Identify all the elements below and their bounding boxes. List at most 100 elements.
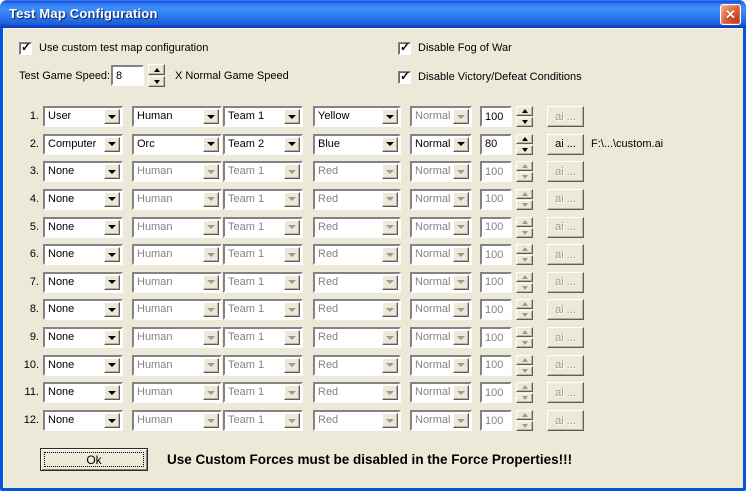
- dropdown-arrow-button[interactable]: [104, 164, 120, 179]
- dropdown-arrow-button: [284, 192, 300, 207]
- row-number: 4.: [11, 193, 39, 205]
- difficulty-select-value: Normal: [412, 163, 452, 180]
- dropdown-arrow-button[interactable]: [104, 302, 120, 317]
- player-type-select[interactable]: None: [43, 410, 123, 431]
- spin-down-button[interactable]: [516, 117, 533, 127]
- row-number: 1.: [11, 110, 39, 122]
- race-select[interactable]: Orc: [132, 134, 222, 155]
- dropdown-arrow-button[interactable]: [104, 192, 120, 207]
- dropdown-arrow-button[interactable]: [284, 109, 300, 124]
- dialog-content: ✓ Use custom test map configuration Test…: [3, 28, 743, 488]
- close-button[interactable]: ✕: [720, 4, 741, 25]
- handicap-spinner: [516, 355, 533, 376]
- race-select-value: Orc: [134, 136, 202, 153]
- chevron-down-icon: [207, 391, 215, 395]
- player-type-select[interactable]: Computer: [43, 134, 123, 155]
- spin-up-button[interactable]: [516, 134, 533, 144]
- handicap-input: [480, 382, 512, 403]
- player-row: 7.NoneHumanTeam 1RedNormalai ...: [3, 272, 743, 293]
- dropdown-arrow-button: [453, 358, 469, 373]
- difficulty-select[interactable]: Normal: [410, 134, 472, 155]
- handicap-input[interactable]: [480, 134, 512, 155]
- chevron-down-icon: [207, 142, 215, 146]
- race-select: Human: [132, 382, 222, 403]
- dropdown-arrow-button[interactable]: [203, 137, 219, 152]
- handicap-spinner: [516, 161, 533, 182]
- team-select[interactable]: Team 2: [223, 134, 303, 155]
- spin-up-button[interactable]: [516, 106, 533, 116]
- team-select[interactable]: Team 1: [223, 106, 303, 127]
- dropdown-arrow-button: [284, 330, 300, 345]
- dropdown-arrow-button[interactable]: [104, 275, 120, 290]
- dropdown-arrow-button[interactable]: [382, 109, 398, 124]
- down-arrow-icon: [154, 80, 160, 84]
- player-type-select[interactable]: None: [43, 299, 123, 320]
- spin-down-button: [516, 366, 533, 376]
- color-select: Red: [313, 217, 401, 238]
- up-arrow-icon: [154, 68, 160, 72]
- player-type-select[interactable]: None: [43, 355, 123, 376]
- dropdown-arrow-button[interactable]: [104, 220, 120, 235]
- team-select-value: Team 1: [225, 191, 283, 208]
- team-select-value: Team 2: [225, 136, 283, 153]
- team-select-value: Team 1: [225, 329, 283, 346]
- title-bar[interactable]: Test Map Configuration ✕: [0, 0, 746, 28]
- dropdown-arrow-button[interactable]: [203, 109, 219, 124]
- check-icon: ✓: [400, 41, 410, 54]
- spin-up-button: [516, 355, 533, 365]
- dropdown-arrow-button[interactable]: [284, 137, 300, 152]
- player-row: 9.NoneHumanTeam 1RedNormalai ...: [3, 327, 743, 348]
- game-speed-input[interactable]: [111, 65, 144, 86]
- race-select[interactable]: Human: [132, 106, 222, 127]
- team-select-value: Team 1: [225, 412, 283, 429]
- dropdown-arrow-button[interactable]: [104, 358, 120, 373]
- chevron-down-icon: [386, 253, 394, 257]
- race-select-value: Human: [134, 191, 202, 208]
- player-type-select[interactable]: None: [43, 327, 123, 348]
- color-select: Red: [313, 189, 401, 210]
- color-select[interactable]: Blue: [313, 134, 401, 155]
- disable-fog-checkbox[interactable]: ✓: [398, 42, 411, 55]
- dropdown-arrow-button: [453, 302, 469, 317]
- player-type-select-value: None: [45, 246, 103, 263]
- handicap-input[interactable]: [480, 106, 512, 127]
- dropdown-arrow-button[interactable]: [104, 247, 120, 262]
- dropdown-arrow-button[interactable]: [104, 109, 120, 124]
- player-type-select-value: None: [45, 357, 103, 374]
- player-type-select[interactable]: None: [43, 272, 123, 293]
- chevron-down-icon: [108, 197, 116, 201]
- chevron-down-icon: [108, 280, 116, 284]
- ok-button[interactable]: Ok: [40, 448, 148, 471]
- chevron-down-icon: [108, 336, 116, 340]
- dropdown-arrow-button[interactable]: [104, 330, 120, 345]
- ai-button: ai ...: [547, 410, 584, 431]
- dropdown-arrow-button[interactable]: [382, 137, 398, 152]
- color-select-value: Red: [315, 246, 381, 263]
- player-type-select-value: None: [45, 274, 103, 291]
- use-custom-config-checkbox[interactable]: ✓: [19, 42, 32, 55]
- chevron-down-icon: [288, 280, 296, 284]
- player-type-select[interactable]: None: [43, 161, 123, 182]
- spin-down-button[interactable]: [516, 145, 533, 155]
- color-select-value: Red: [315, 274, 381, 291]
- spin-down-button[interactable]: [148, 76, 165, 87]
- dropdown-arrow-button[interactable]: [453, 137, 469, 152]
- row-number: 11.: [11, 386, 39, 398]
- ai-button[interactable]: ai ...: [547, 134, 584, 155]
- dropdown-arrow-button[interactable]: [104, 137, 120, 152]
- chevron-down-icon: [457, 336, 465, 340]
- handicap-spinner: [516, 272, 533, 293]
- dropdown-arrow-button[interactable]: [104, 385, 120, 400]
- chevron-down-icon: [288, 170, 296, 174]
- player-type-select[interactable]: None: [43, 217, 123, 238]
- color-select[interactable]: Yellow: [313, 106, 401, 127]
- dropdown-arrow-button[interactable]: [104, 413, 120, 428]
- player-type-select[interactable]: None: [43, 382, 123, 403]
- player-type-select[interactable]: None: [43, 244, 123, 265]
- player-type-select[interactable]: User: [43, 106, 123, 127]
- player-type-select[interactable]: None: [43, 189, 123, 210]
- handicap-input: [480, 217, 512, 238]
- spin-up-button[interactable]: [148, 64, 165, 75]
- disable-victory-checkbox[interactable]: ✓: [398, 71, 411, 84]
- player-row: 6.NoneHumanTeam 1RedNormalai ...: [3, 244, 743, 265]
